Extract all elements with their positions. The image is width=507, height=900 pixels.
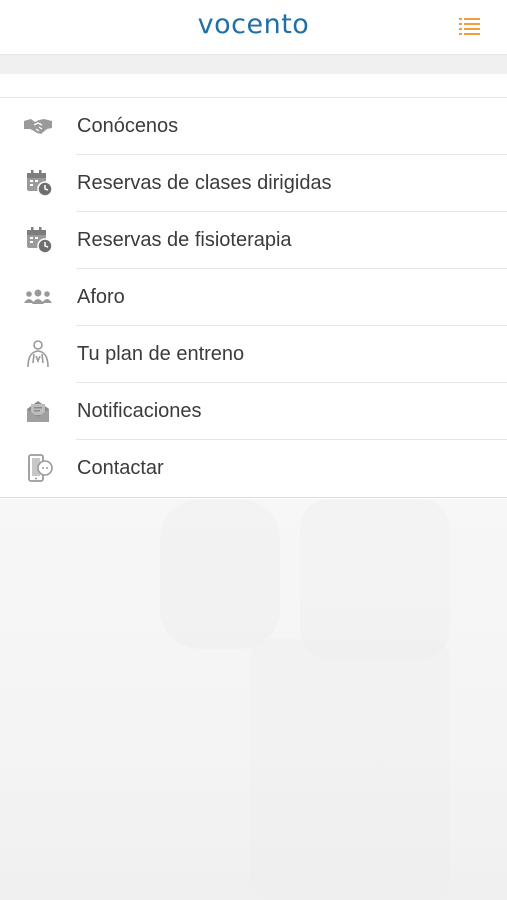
menu-item-notificaciones[interactable]: Notificaciones <box>0 383 507 440</box>
menu-item-label: Tu plan de entreno <box>77 343 245 365</box>
background-figure-shape <box>160 499 280 649</box>
background-figure-shape <box>250 639 450 900</box>
contact-phone-icon <box>22 453 54 483</box>
menu-item-reservas-fisioterapia[interactable]: Reservas de fisioterapia <box>0 212 507 269</box>
menu-item-conocenos[interactable]: Conócenos <box>0 98 507 155</box>
handshake-icon <box>22 111 54 141</box>
background-image <box>0 499 507 900</box>
list-menu-icon[interactable] <box>456 14 484 38</box>
app-header: vocento <box>0 0 507 55</box>
menu-item-aforo[interactable]: Aforo <box>0 269 507 326</box>
menu-item-label: Conócenos <box>77 115 179 137</box>
menu-item-label: Reservas de fisioterapia <box>77 229 292 251</box>
menu-item-contactar[interactable]: Contactar <box>0 440 507 497</box>
menu-item-label: Reservas de clases dirigidas <box>77 172 332 194</box>
background-figure-shape <box>300 499 450 659</box>
menu-item-reservas-clases[interactable]: Reservas de clases dirigidas <box>0 155 507 212</box>
menu-item-label: Contactar <box>77 457 164 479</box>
calendar-clock-icon <box>22 225 54 255</box>
menu-item-label: Notificaciones <box>77 400 202 422</box>
menu-item-label: Aforo <box>77 286 125 308</box>
group-people-icon <box>22 282 54 312</box>
menu-item-plan-entreno[interactable]: Tu plan de entreno <box>0 326 507 383</box>
header-divider-band <box>0 55 507 74</box>
calendar-clock-icon <box>22 168 54 198</box>
mail-notification-icon <box>22 396 54 426</box>
main-menu: Conócenos Reservas de clases dirigidas R… <box>0 97 507 498</box>
app-logo: vocento <box>197 9 310 40</box>
trainer-person-icon <box>22 339 54 369</box>
